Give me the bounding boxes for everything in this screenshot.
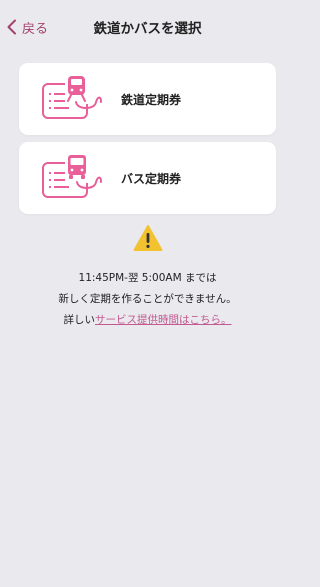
- notice-prefix: 詳しい: [63, 314, 96, 326]
- navigation-bar: 戻る 鉄道かバスを選択: [0, 0, 295, 52]
- notice-line-1: 11:45PM-翌 5:00AM までは: [78, 272, 217, 284]
- bus-pass-option[interactable]: バス定期券: [19, 142, 276, 214]
- bus-pass-icon: [42, 153, 102, 198]
- train-pass-option[interactable]: 鉄道定期券: [19, 63, 276, 135]
- train-pass-label: 鉄道定期券: [121, 93, 182, 107]
- notice-line-3: 詳しいサービス提供時間はこちら。: [0, 310, 295, 331]
- train-pass-icon: [42, 74, 102, 119]
- notice-line-2: 新しく定期を作ることができません。: [58, 293, 237, 305]
- bus-pass-label: バス定期券: [121, 172, 182, 186]
- service-hours-link[interactable]: サービス提供時間はこちら。: [95, 314, 232, 326]
- warning-icon: [133, 225, 163, 251]
- page-title: 鉄道かバスを選択: [93, 21, 202, 37]
- service-hours-notice: 11:45PM-翌 5:00AM までは 新しく定期を作ることができません。 詳…: [0, 268, 295, 331]
